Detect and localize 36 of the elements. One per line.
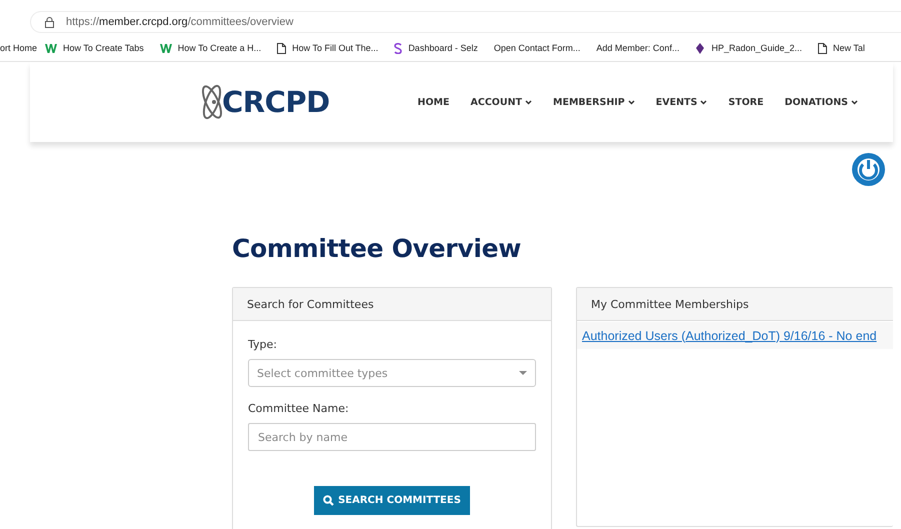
s-logo-icon xyxy=(394,42,402,54)
bookmark[interactable]: Dashboard - Selz xyxy=(386,42,486,54)
url-text: https://member.crcpd.org/committees/overview xyxy=(66,16,294,28)
type-select[interactable]: Select committee types xyxy=(248,359,536,387)
document-icon xyxy=(277,42,286,54)
search-icon xyxy=(323,495,334,506)
logo-text: CRCPD xyxy=(222,85,330,119)
bookmark[interactable]: Add Member: Conf... xyxy=(588,43,688,53)
panel-title: My Committee Memberships xyxy=(577,288,893,321)
address-bar[interactable]: https://member.crcpd.org/committees/overview xyxy=(30,11,901,33)
nav-link[interactable]: STORE xyxy=(728,96,764,108)
nav-link[interactable]: ACCOUNT xyxy=(470,96,532,108)
nav-link[interactable]: HOME xyxy=(418,96,450,108)
page-title: Committee Overview xyxy=(232,234,522,264)
nav-link[interactable]: MEMBERSHIP xyxy=(553,96,635,108)
name-field[interactable]: Search by name xyxy=(248,423,536,451)
w-logo-icon xyxy=(160,44,172,52)
search-button[interactable]: SEARCH COMMITTEES xyxy=(314,486,470,515)
nav-link[interactable]: DONATIONS xyxy=(784,96,858,108)
bookmark[interactable]: ort Home xyxy=(0,43,38,53)
power-icon[interactable] xyxy=(852,152,885,186)
nav-link[interactable]: EVENTS xyxy=(656,96,708,108)
panel-title: Search for Committees xyxy=(233,288,551,321)
caret-icon xyxy=(519,371,527,375)
bookmark[interactable]: How To Fill Out The... xyxy=(269,42,386,54)
bookmark[interactable]: HP_Radon_Guide_2... xyxy=(687,42,810,54)
lock-icon xyxy=(45,16,54,28)
field-label: Type: xyxy=(248,338,278,351)
document-icon xyxy=(818,42,828,54)
bookmark[interactable]: How To Create Tabs xyxy=(37,43,152,53)
bookmark[interactable]: Open Contact Form... xyxy=(486,43,588,53)
bookmark[interactable]: How To Create a H... xyxy=(152,43,270,53)
field-label: Committee Name: xyxy=(248,402,350,415)
w-logo-icon xyxy=(45,44,58,52)
bookmark[interactable]: New Tal xyxy=(810,42,873,54)
atom-logo-icon xyxy=(200,83,222,121)
